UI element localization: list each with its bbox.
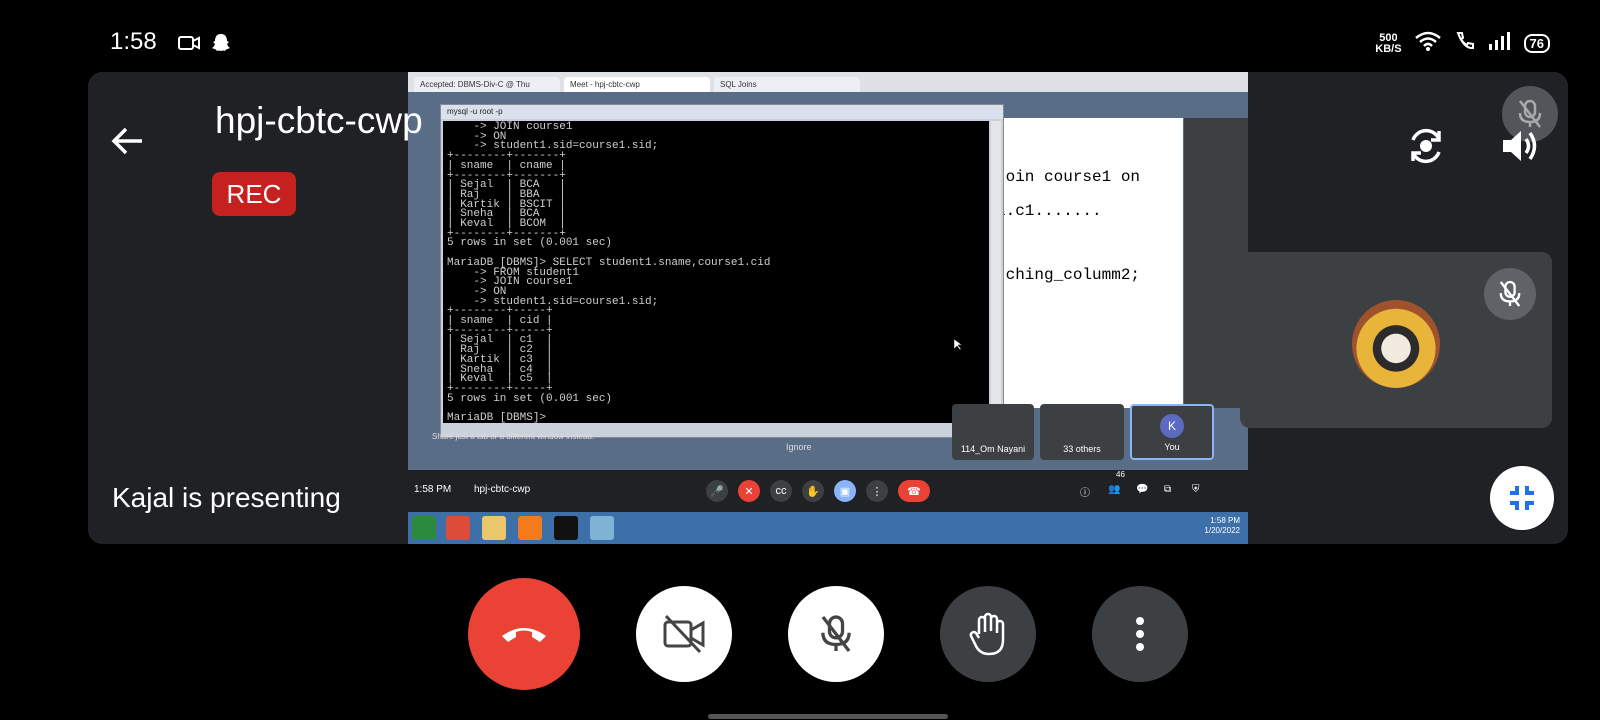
participant-tile: K You [1130,404,1214,460]
more-options-icon: ⋮ [866,480,888,502]
taskbar-clock: 1:58 PM 1/20/2022 [1204,516,1240,536]
raise-hand-icon: ✋ [802,480,824,502]
terminal-window: mysql -u root -p -> JOIN course1 -> ON -… [440,104,1004,438]
doc-line: join course1 on [996,168,1141,186]
participant-tile: 114_Om Nayani [952,404,1034,460]
avatar [1352,300,1440,388]
home-indicator[interactable] [708,714,948,719]
status-time: 1:58 [110,28,157,55]
participant-strip [1184,118,1248,408]
terminal-title: mysql -u root -p [441,105,1003,119]
doc-line: tching_columm2; [996,266,1141,284]
terminal-scrollbar [991,121,1001,423]
video-camera-icon [178,34,200,57]
speaker-icon[interactable] [1500,126,1540,166]
status-icons: 500 KB/S 76 [1375,30,1550,57]
clock-date: 1/20/2022 [1204,526,1240,535]
participant-name: 114_Om Nayani [960,444,1026,454]
meet-code: hpj-cbtc-cwp [474,484,531,495]
meeting-title: hpj-cbtc-cwp [215,100,423,141]
activities-icon: ⧉ [1164,484,1172,495]
people-icon: 👥 [1108,484,1121,495]
terminal-icon [554,516,578,540]
switch-camera-icon[interactable] [1404,124,1448,168]
net-speed-unit: KB/S [1375,42,1402,55]
folder-icon [482,516,506,540]
browser-tab-strip: Accepted: DBMS-Div-C @ Thu Meet - hpj-cb… [408,72,1248,92]
wifi-calling-icon [1454,30,1476,57]
mouse-cursor-icon [953,338,963,356]
xampp-icon [518,516,542,540]
windows-taskbar: 1:58 PM 1/20/2022 [408,512,1248,544]
ignore-label: Ignore [786,442,812,452]
chat-icon: 💬 [1136,484,1149,495]
wifi-icon [1414,31,1442,56]
recording-badge: REC [212,172,296,216]
battery-indicator: 76 [1523,34,1550,53]
chrome-icon [446,516,470,540]
self-view-tile[interactable] [1240,252,1552,428]
participant-name: 33 others [1063,444,1101,454]
share-hint: Share just a tab or a different window i… [432,432,595,441]
back-arrow-icon[interactable] [110,126,144,156]
participant-count: 46 [1116,470,1125,479]
start-button-icon [412,516,436,540]
snapchat-icon [210,32,232,59]
host-controls-icon: ⛨ [1192,484,1200,495]
present-icon: ▣ [834,480,856,502]
avatar: K [1160,414,1184,438]
participant-name: You [1164,442,1180,452]
app-icon [590,516,614,540]
network-speed: 500 KB/S [1375,31,1402,55]
end-call-icon: ☎ [898,480,930,502]
mic-icon: 🎤 [706,480,728,502]
meet-toolbar: 1:58 PM hpj-cbtc-cwp 🎤 ✕ cc ✋ ▣ ⋮ ☎ ⓘ 👥 … [408,470,1248,512]
more-options-button[interactable] [1092,586,1188,682]
net-speed-value: 500 [1379,31,1398,44]
doc-line: 1.c1....... [996,202,1102,220]
end-call-button[interactable] [468,578,580,690]
camera-off-button[interactable] [636,586,732,682]
clock-time: 1:58 PM [1210,516,1240,525]
captions-icon: cc [770,480,792,502]
collapse-icon[interactable] [1490,466,1554,530]
browser-tab: SQL Joins [714,77,860,92]
participant-tile: 33 others [1040,404,1124,460]
presenting-label: Kajal is presenting [112,482,341,513]
camera-off-icon: ✕ [738,480,760,502]
sql-notes-document: join course1 on 1.c1....... tching_colum… [978,118,1183,408]
meet-time: 1:58 PM [414,484,452,495]
mute-button[interactable] [788,586,884,682]
browser-tab: Meet - hpj-cbtc-cwp [564,77,710,92]
info-icon: ⓘ [1080,488,1090,499]
browser-tab: Accepted: DBMS-Div-C @ Thu [414,77,560,92]
muted-mic-icon [1484,268,1536,320]
signal-icon [1488,32,1512,55]
raise-hand-button[interactable] [940,586,1036,682]
terminal-output: -> JOIN course1 -> ON -> student1.sid=co… [443,121,989,423]
shared-screen[interactable]: Accepted: DBMS-Div-C @ Thu Meet - hpj-cb… [408,72,1248,544]
